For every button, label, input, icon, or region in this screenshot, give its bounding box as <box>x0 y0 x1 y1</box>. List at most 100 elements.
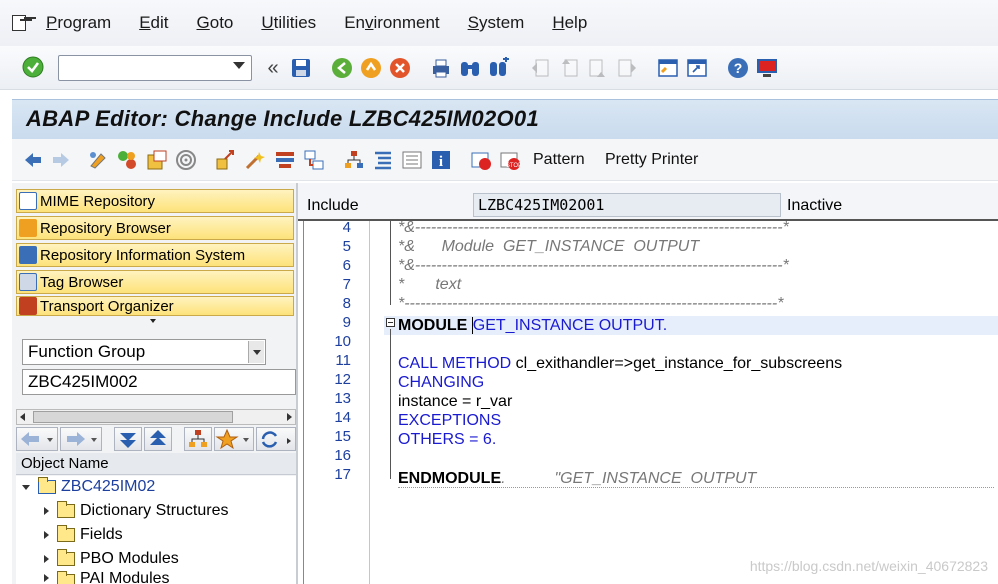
code-line-4: *&--------------------------------------… <box>398 219 789 236</box>
transport-organizer-button[interactable]: Transport Organizer <box>16 296 294 316</box>
test-icon[interactable] <box>274 149 296 171</box>
breakpoint-icon[interactable] <box>470 149 492 171</box>
line-number-gutter: 4 5 6 7 8 9 10 11 12 13 14 15 16 17 <box>304 219 370 584</box>
where-used-icon[interactable] <box>215 149 237 171</box>
expand-icon[interactable] <box>44 555 49 563</box>
pattern-button[interactable]: Pattern <box>533 151 585 169</box>
first-page-icon[interactable] <box>529 57 551 79</box>
cancel-icon[interactable] <box>389 57 411 79</box>
open-folder-icon <box>38 477 56 494</box>
code-line-15: OTHERS = 6. <box>398 430 496 449</box>
code-content[interactable]: *&--------------------------------------… <box>370 219 998 584</box>
mime-repository-button[interactable]: MIME Repository <box>16 189 294 213</box>
menu-edit[interactable]: Edit <box>139 13 168 33</box>
other-object-icon[interactable] <box>146 149 168 171</box>
menu-utilities[interactable]: Utilities <box>261 13 316 33</box>
code-line-14: EXCEPTIONS <box>398 412 502 429</box>
prev-page-icon[interactable] <box>558 57 580 79</box>
expand-icon[interactable] <box>44 507 49 515</box>
scroll-right-icon[interactable] <box>287 413 292 421</box>
code-line-9: MODULE GET_INSTANCE OUTPUT. <box>398 316 667 335</box>
tree-node-label: PAI Modules <box>80 570 170 584</box>
collapse-icon[interactable] <box>22 484 30 490</box>
menu-bar: Program Edit Goto Utilities Environment … <box>0 0 998 46</box>
line-number: 10 <box>334 333 351 350</box>
menu-environment[interactable]: Environment <box>344 13 439 33</box>
tag-browser-button[interactable]: Tag Browser <box>16 270 294 294</box>
repository-browser-button[interactable]: Repository Browser <box>16 216 294 240</box>
structure-icon[interactable] <box>372 149 394 171</box>
expand-icon[interactable] <box>44 574 49 582</box>
save-icon[interactable] <box>290 57 312 79</box>
menu-goto[interactable]: Goto <box>197 13 234 33</box>
check-syntax-icon[interactable] <box>175 149 197 171</box>
application-toolbar: i STOP Pattern Pretty Printer <box>12 139 998 181</box>
object-type-select[interactable]: Function Group <box>22 339 266 365</box>
forward-arrow-icon[interactable] <box>50 149 72 171</box>
print-icon[interactable] <box>430 57 452 79</box>
collapse-block-icon[interactable] <box>386 318 395 327</box>
command-field-dropdown-icon[interactable] <box>233 62 245 69</box>
new-session-icon[interactable] <box>657 57 679 79</box>
refresh-button[interactable] <box>256 427 296 451</box>
session-breakpoint-icon[interactable]: STOP <box>499 149 521 171</box>
tree-hierarchy-button[interactable] <box>184 427 212 451</box>
display-object-icon[interactable] <box>401 149 423 171</box>
find-next-icon[interactable] <box>488 57 510 79</box>
help-icon[interactable]: ? <box>727 57 749 79</box>
tree-node-dictionary-structures[interactable]: Dictionary Structures <box>44 500 229 522</box>
code-line-12: CHANGING <box>398 374 485 391</box>
fold-guide <box>390 221 391 305</box>
menu-help[interactable]: Help <box>552 13 587 33</box>
object-name-input[interactable]: ZBC425IM002 <box>22 369 296 395</box>
back-arrow-icon[interactable] <box>22 149 44 171</box>
shortcut-icon[interactable] <box>686 57 708 79</box>
customize-layout-icon[interactable] <box>756 57 778 79</box>
scroll-left-icon[interactable] <box>20 413 25 421</box>
command-field[interactable] <box>58 55 252 81</box>
display-change-icon[interactable] <box>88 149 110 171</box>
pretty-printer-button[interactable]: Pretty Printer <box>605 151 698 169</box>
activate-icon[interactable] <box>244 149 266 171</box>
horizontal-scrollbar[interactable] <box>16 409 296 425</box>
line-number: 8 <box>342 295 351 312</box>
tree-back-button[interactable] <box>16 427 58 451</box>
back-green-icon[interactable] <box>331 57 353 79</box>
line-number: 5 <box>342 238 351 255</box>
tree-expand-button[interactable] <box>114 427 142 451</box>
expand-navigator-icon[interactable] <box>150 319 156 323</box>
chevron-down-icon[interactable] <box>248 341 264 363</box>
tree-collapse-button[interactable] <box>144 427 172 451</box>
menu-program[interactable]: Program <box>46 13 111 33</box>
repository-information-system-button[interactable]: Repository Information System <box>16 243 294 267</box>
editor-area: Include LZBC425IM02O01 Inactive 4 5 6 7 … <box>298 183 998 584</box>
svg-text:i: i <box>439 154 443 170</box>
favorites-button[interactable] <box>214 427 254 451</box>
active-inactive-icon[interactable] <box>116 149 138 171</box>
sap-menu-icon[interactable] <box>10 13 36 33</box>
back-icon[interactable]: « <box>262 57 284 79</box>
find-icon[interactable] <box>459 57 481 79</box>
last-page-icon[interactable] <box>616 57 638 79</box>
system-toolbar: « ? <box>0 46 998 90</box>
expand-icon[interactable] <box>44 531 49 539</box>
exit-icon[interactable] <box>360 57 382 79</box>
tree-node-pbo-modules[interactable]: PBO Modules <box>44 548 179 570</box>
enter-icon[interactable] <box>22 56 44 78</box>
menu-system[interactable]: System <box>468 13 525 33</box>
navigation-icon[interactable] <box>303 149 325 171</box>
tree-node-fields[interactable]: Fields <box>44 524 123 546</box>
code-line-6: *&--------------------------------------… <box>398 257 789 274</box>
tree-forward-button[interactable] <box>60 427 102 451</box>
menu-help-label: elp <box>564 13 588 32</box>
menu-edit-label: dit <box>150 13 169 32</box>
tree-node-root[interactable]: ZBC425IM02 <box>22 476 155 498</box>
code-line-8: *---------------------------------------… <box>398 295 784 312</box>
next-page-icon[interactable] <box>587 57 609 79</box>
info-icon[interactable]: i <box>430 149 452 171</box>
code-editor[interactable]: 4 5 6 7 8 9 10 11 12 13 14 15 16 17 *&--… <box>303 219 998 584</box>
object-list-icon[interactable] <box>343 149 365 171</box>
line-number: 17 <box>334 466 351 483</box>
tree-node-pai-modules[interactable]: PAI Modules <box>44 570 170 584</box>
scrollbar-thumb[interactable] <box>33 411 233 423</box>
